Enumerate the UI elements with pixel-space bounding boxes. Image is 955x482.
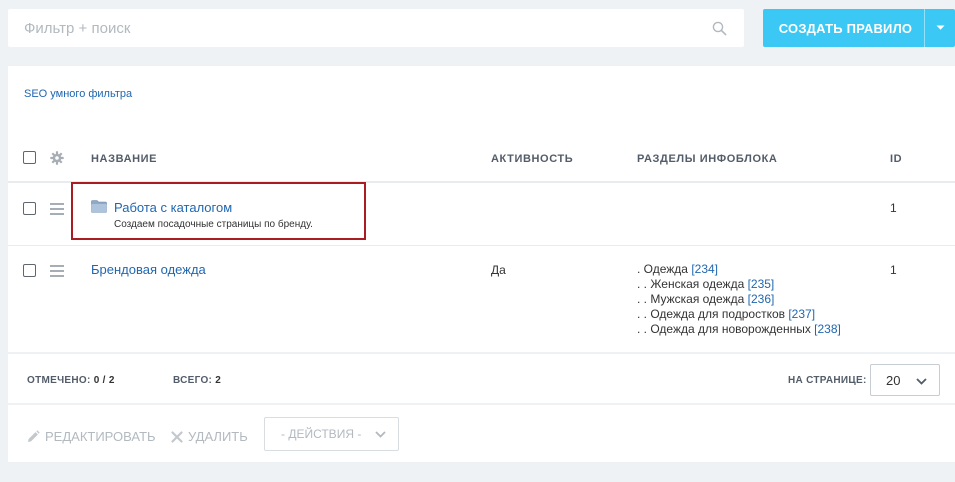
row-id: 1: [890, 201, 897, 215]
create-rule-button[interactable]: СОЗДАТЬ ПРАВИЛО: [763, 9, 955, 47]
selected-label: ОТМЕЧЕНО:: [27, 375, 91, 386]
section-entry-id[interactable]: [238]: [814, 322, 841, 336]
delete-label: УДАЛИТЬ: [188, 429, 248, 444]
section-entry: . . Мужская одежда [236]: [637, 292, 841, 307]
per-page-value: 20: [886, 372, 901, 388]
pencil-icon: [28, 429, 40, 442]
create-dropdown-chevron-icon[interactable]: [925, 25, 955, 31]
section-entry-name: . Одежда: [637, 262, 692, 276]
total-count: ВСЕГО: 2: [173, 375, 221, 386]
search-bar[interactable]: [8, 9, 744, 47]
section-entry: . . Одежда для новорожденных [238]: [637, 322, 841, 337]
folder-icon: [91, 200, 107, 218]
column-header-id[interactable]: ID: [890, 153, 902, 165]
total-label: ВСЕГО:: [173, 375, 213, 386]
per-page-select[interactable]: 20: [870, 364, 940, 396]
create-rule-label: СОЗДАТЬ ПРАВИЛО: [778, 20, 913, 36]
drag-handle-icon[interactable]: [50, 265, 64, 280]
per-page-label: НА СТРАНИЦЕ:: [788, 375, 867, 386]
edit-button[interactable]: РЕДАКТИРОВАТЬ: [26, 429, 156, 444]
grid-panel: SEO умного фильтра НАЗВАНИЕ АКТИВНОСТЬ Р…: [8, 66, 955, 462]
selected-value: 0 / 2: [93, 375, 115, 386]
total-value: 2: [215, 375, 222, 386]
close-icon: [171, 430, 183, 443]
section-entry-id[interactable]: [235]: [748, 277, 775, 291]
chevron-down-icon: [375, 427, 386, 441]
section-entry-id[interactable]: [236]: [748, 292, 775, 306]
gear-icon[interactable]: [50, 151, 64, 170]
column-header-active[interactable]: АКТИВНОСТЬ: [491, 153, 573, 165]
section-entry-id[interactable]: [234]: [691, 262, 718, 276]
element-link[interactable]: Брендовая одежда: [91, 262, 206, 277]
section-entry-name: . . Одежда для подростков: [637, 307, 789, 321]
row-active-value: Да: [491, 263, 506, 277]
select-all-checkbox[interactable]: [23, 151, 36, 164]
section-entry: . . Одежда для подростков [237]: [637, 307, 841, 322]
delete-button[interactable]: УДАЛИТЬ: [171, 429, 248, 444]
drag-handle-icon[interactable]: [50, 203, 64, 218]
search-input[interactable]: [24, 19, 710, 37]
selected-count: ОТМЕЧЕНО: 0 / 2: [27, 375, 115, 386]
row-id: 1: [890, 263, 897, 277]
section-link[interactable]: Работа с каталогом: [114, 200, 232, 215]
footer-divider: [8, 352, 955, 354]
section-entry: . Одежда [234]: [637, 262, 841, 277]
search-icon[interactable]: [710, 19, 728, 37]
section-entry: . . Женская одежда [235]: [637, 277, 841, 292]
actions-select[interactable]: - ДЕЙСТВИЯ -: [264, 417, 399, 451]
row-divider: [8, 245, 955, 246]
section-description: Создаем посадочные страницы по бренду.: [114, 219, 313, 230]
row-sections-list: . Одежда [234] . . Женская одежда [235] …: [637, 262, 841, 337]
section-entry-name: . . Мужская одежда: [637, 292, 748, 306]
action-panel: РЕДАКТИРОВАТЬ УДАЛИТЬ - ДЕЙСТВИЯ -: [8, 403, 955, 462]
breadcrumb[interactable]: SEO умного фильтра: [24, 88, 132, 100]
edit-label: РЕДАКТИРОВАТЬ: [45, 429, 156, 444]
section-entry-name: . . Женская одежда: [637, 277, 748, 291]
actions-select-value: - ДЕЙСТВИЯ -: [281, 427, 362, 441]
column-header-sections[interactable]: РАЗДЕЛЫ ИНФОБЛОКА: [637, 153, 777, 165]
row-checkbox[interactable]: [23, 264, 36, 277]
section-entry-name: . . Одежда для новорожденных: [637, 322, 815, 336]
section-entry-id[interactable]: [237]: [788, 307, 815, 321]
column-header-name[interactable]: НАЗВАНИЕ: [91, 153, 157, 165]
chevron-down-icon: [916, 373, 927, 388]
row-checkbox[interactable]: [23, 202, 36, 215]
